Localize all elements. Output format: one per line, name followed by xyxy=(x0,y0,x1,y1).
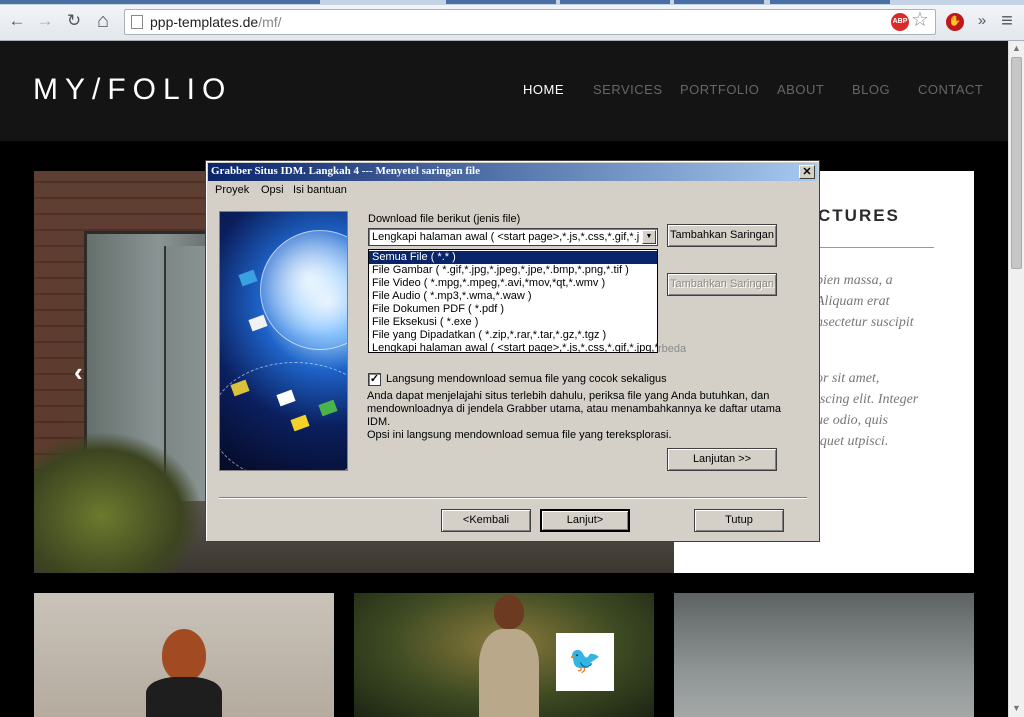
dropdown-option[interactable]: File Video ( *.mpg,*.mpeg,*.avi,*mov,*qt… xyxy=(369,277,657,290)
home-icon[interactable]: ⌂ xyxy=(92,10,114,32)
description-line: Opsi ini langsung mendownload semua file… xyxy=(367,429,672,441)
tab[interactable] xyxy=(674,0,764,4)
file-type-dropdown-list[interactable]: Semua File ( *.* ) File Gambar ( *.gif,*… xyxy=(368,249,658,353)
dropdown-option[interactable]: Semua File ( *.* ) xyxy=(369,251,657,264)
menu-opsi[interactable]: Opsi xyxy=(261,184,284,196)
chevron-down-icon[interactable]: ▼ xyxy=(642,230,656,244)
back-arrow-icon[interactable]: ← xyxy=(6,10,28,32)
tab[interactable] xyxy=(0,0,320,4)
dialog-separator xyxy=(219,497,807,499)
panel-heading: CTURES xyxy=(818,206,900,225)
description-line: mendownloadnya di jendela Grabber utama,… xyxy=(367,403,781,428)
portfolio-thumb[interactable] xyxy=(34,593,334,717)
panel-line: ue odio, quis xyxy=(816,413,888,428)
close-icon[interactable]: ✕ xyxy=(799,165,815,179)
woman-figure xyxy=(479,629,539,717)
url-path: /mf/ xyxy=(258,14,282,30)
panel-paragraph: pien massa, a Aliquam erat nsectetur sus… xyxy=(816,270,974,333)
twitter-bird-icon: 🐦 xyxy=(568,645,602,675)
globe-graphic xyxy=(260,230,347,350)
page-scrollbar[interactable]: ▲ ▼ xyxy=(1008,41,1024,717)
dropdown-option[interactable]: File Gambar ( *.gif,*.jpg,*.jpeg,*.jpe,*… xyxy=(369,264,657,277)
download-all-checkbox-label[interactable]: Langsung mendownload semua file yang coc… xyxy=(386,373,667,385)
tab[interactable] xyxy=(446,0,556,4)
nav-home[interactable]: HOME xyxy=(523,82,564,97)
panel-line: nsectetur suscipit xyxy=(816,315,914,330)
scroll-up-arrow-icon[interactable]: ▲ xyxy=(1012,43,1021,53)
woman-figure xyxy=(494,595,524,629)
nav-services[interactable]: SERVICES xyxy=(593,82,663,97)
url-host: ppp-templates.de xyxy=(150,14,259,30)
panel-paragraph: or sit amet, iscing elit. Integer ue odi… xyxy=(816,368,974,452)
panel-line: or sit amet, xyxy=(816,371,880,386)
add-filter-button[interactable]: Tambahkan Saringan xyxy=(667,224,777,247)
site-logo[interactable]: MY/FOLIO xyxy=(33,73,232,107)
description-line: Anda dapat menjelajahi situs terlebih da… xyxy=(367,390,770,402)
obscured-label-text: rbeda xyxy=(658,343,687,355)
dropdown-option[interactable]: File Audio ( *.mp3,*.wma,*.waw ) xyxy=(369,290,657,303)
adblock-stop-icon[interactable]: ✋ xyxy=(946,13,964,31)
dialog-title: Grabber Situs IDM. Langkah 4 --- Menyete… xyxy=(211,165,480,177)
nav-portfolio[interactable]: PORTFOLIO xyxy=(680,82,759,97)
forward-arrow-icon[interactable]: → xyxy=(34,10,56,32)
file-icon xyxy=(238,269,258,287)
dropdown-option[interactable]: Lengkapi halaman awal ( <start page>,*.j… xyxy=(369,342,657,352)
panel-line: iquet utpisci. xyxy=(816,434,889,449)
browser-toolbar: ← → ↻ ⌂ ppp-templates.de/mf/ ABP ☆ ✋ » ≡ xyxy=(0,0,1024,41)
scroll-down-arrow-icon[interactable]: ▼ xyxy=(1012,703,1021,713)
adblock-plus-icon[interactable]: ABP xyxy=(891,13,909,31)
next-button[interactable]: Lanjut> xyxy=(540,509,630,532)
nav-blog[interactable]: BLOG xyxy=(852,82,890,97)
download-all-checkbox[interactable]: ✓ xyxy=(368,373,381,386)
tab[interactable] xyxy=(770,0,890,4)
tab-strip xyxy=(0,0,1024,5)
add-filter-button-disabled: Tambahkan Saringan xyxy=(667,273,777,296)
menu-proyek[interactable]: Proyek xyxy=(215,184,249,196)
file-icon xyxy=(248,314,268,332)
bookmark-star-icon[interactable]: ☆ xyxy=(911,10,929,30)
tab[interactable] xyxy=(560,0,670,4)
page-icon xyxy=(131,15,143,29)
woman-figure xyxy=(162,629,206,681)
panel-line: Aliquam erat xyxy=(816,294,890,309)
slider-prev-arrow-icon[interactable]: ‹ xyxy=(74,359,83,385)
download-label: Download file berikut (jenis file) xyxy=(368,213,521,225)
panel-line: pien massa, a xyxy=(816,273,893,288)
close-button[interactable]: Tutup xyxy=(694,509,784,532)
menu-isi-bantuan[interactable]: Isi bantuan xyxy=(293,184,347,196)
reload-icon[interactable]: ↻ xyxy=(63,10,85,32)
back-button[interactable]: <Kembali xyxy=(441,509,531,532)
woman-figure xyxy=(146,677,222,717)
twitter-share-button[interactable]: 🐦 xyxy=(556,633,614,691)
portfolio-thumb[interactable] xyxy=(674,593,974,717)
file-type-select[interactable]: Lengkapi halaman awal ( <start page>,*.j… xyxy=(368,228,658,246)
dialog-titlebar[interactable]: Grabber Situs IDM. Langkah 4 --- Menyete… xyxy=(208,163,817,181)
panel-line: iscing elit. Integer xyxy=(816,392,919,407)
scroll-thumb[interactable] xyxy=(1011,57,1022,269)
overflow-chevron-icon[interactable]: » xyxy=(971,10,993,32)
description-text: Anda dapat menjelajahi situs terlebih da… xyxy=(367,390,807,442)
url-text[interactable]: ppp-templates.de/mf/ xyxy=(150,14,282,30)
address-bar[interactable]: ppp-templates.de/mf/ xyxy=(124,9,936,35)
grabber-wizard-illustration xyxy=(219,211,348,471)
web-graphic xyxy=(220,362,347,470)
dropdown-option[interactable]: File Eksekusi ( *.exe ) xyxy=(369,316,657,329)
advanced-button[interactable]: Lanjutan >> xyxy=(667,448,777,471)
menu-icon[interactable]: ≡ xyxy=(996,10,1018,32)
nav-contact[interactable]: CONTACT xyxy=(918,82,983,97)
site-header: MY/FOLIO HOME SERVICES PORTFOLIO ABOUT B… xyxy=(0,41,1008,141)
dropdown-option[interactable]: File yang Dipadatkan ( *.zip,*.rar,*.tar… xyxy=(369,329,657,342)
portfolio-thumb[interactable]: 🐦 xyxy=(354,593,654,717)
nav-about[interactable]: ABOUT xyxy=(777,82,824,97)
plant xyxy=(34,431,204,573)
dropdown-option[interactable]: File Dokumen PDF ( *.pdf ) xyxy=(369,303,657,316)
file-type-select-value: Lengkapi halaman awal ( <start page>,*.j… xyxy=(372,231,640,243)
idm-grabber-dialog: Grabber Situs IDM. Langkah 4 --- Menyete… xyxy=(205,160,820,542)
